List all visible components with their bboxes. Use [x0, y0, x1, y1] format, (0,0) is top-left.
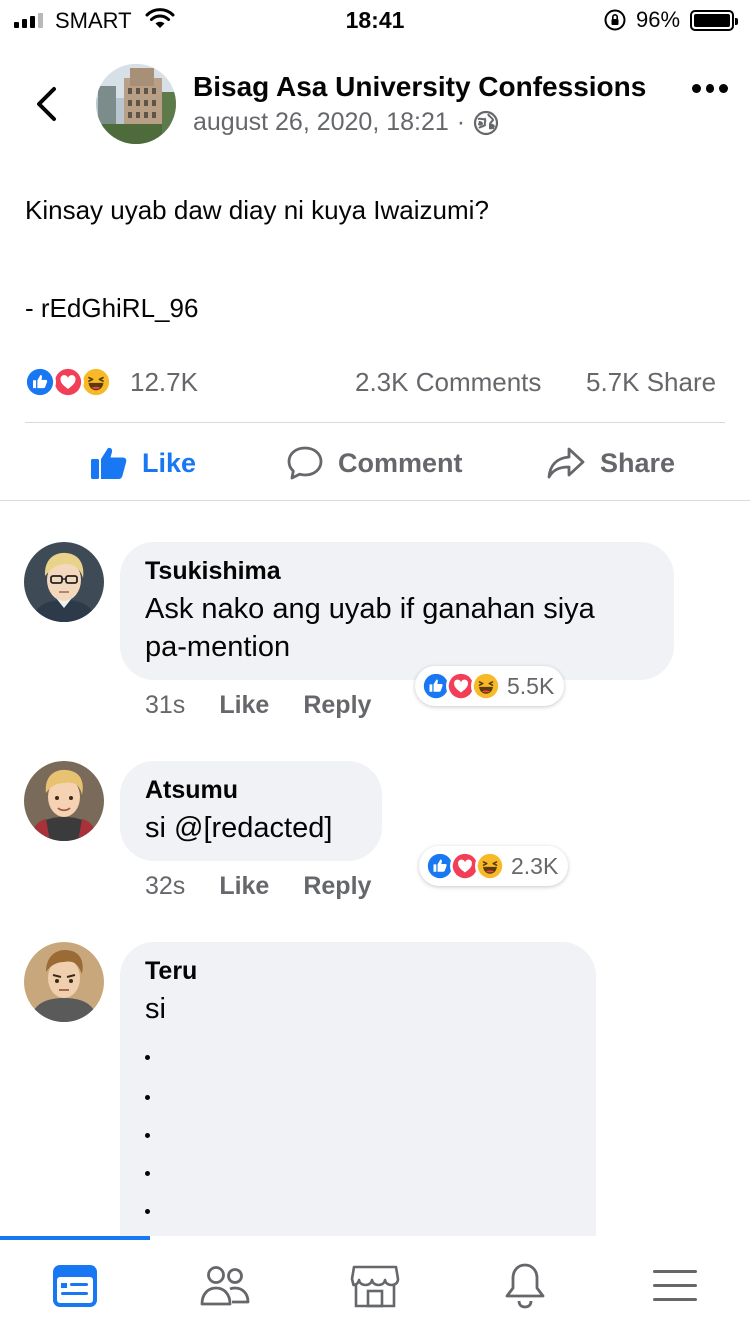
comment-reaction-count: 2.3K: [511, 852, 559, 879]
tab-marketplace[interactable]: [300, 1256, 450, 1316]
commenter-avatar[interactable]: [24, 542, 104, 622]
comment-author[interactable]: Tsukishima: [145, 556, 649, 586]
ellipsis-dot: [145, 1055, 150, 1060]
comment-time: 31s: [145, 691, 186, 719]
globe-icon: [474, 110, 499, 135]
friends-icon: [200, 1266, 250, 1306]
divider: [0, 500, 750, 501]
haha-reaction-icon: [475, 851, 505, 881]
haha-reaction-icon: [80, 366, 112, 398]
news-feed-icon: [53, 1265, 97, 1307]
comment-bubble[interactable]: Teru si: [120, 942, 596, 1262]
ellipsis-dot: [145, 1209, 150, 1214]
love-reaction-icon: [52, 366, 84, 398]
rotation-lock-icon: [604, 9, 626, 31]
comment-text: Ask nako ang uyab if ganahan siya pa-men…: [145, 590, 649, 666]
share-count[interactable]: 5.7K Share: [586, 367, 716, 398]
comment-text-line: pa-mention: [145, 631, 291, 663]
comment-text: si: [145, 990, 571, 1028]
battery-icon: [690, 10, 738, 31]
divider: [25, 422, 725, 423]
thumbs-up-icon: [91, 447, 127, 479]
comment-text-line: si @[redacted]: [145, 812, 333, 844]
battery-percentage: 96%: [636, 7, 681, 32]
page-name[interactable]: Bisag Asa University Confessions: [193, 71, 646, 103]
tab-friends[interactable]: [150, 1256, 300, 1316]
tab-notifications[interactable]: [450, 1256, 600, 1316]
comment-reactions[interactable]: 2.3K: [419, 846, 569, 886]
comment-count[interactable]: 2.3K Comments: [355, 367, 541, 398]
post-meta: august 26, 2020, 18:21 ·: [193, 108, 499, 137]
post-reaction-count[interactable]: 12.7K: [130, 367, 198, 398]
share-label: Share: [600, 447, 676, 478]
page-avatar[interactable]: [96, 64, 176, 144]
comment-reply-button[interactable]: Reply: [303, 872, 371, 901]
like-reaction-icon: [24, 366, 56, 398]
haha-reaction-icon: [471, 671, 501, 701]
ellipsis-dot: [145, 1133, 150, 1138]
meta-separator: ·: [456, 108, 466, 136]
share-icon: [547, 447, 585, 479]
comment-author[interactable]: Atsumu: [145, 775, 357, 805]
comment-text-line: Ask nako ang uyab if ganahan siya: [145, 593, 595, 625]
post-reactions[interactable]: [24, 366, 112, 398]
dot-icon: [719, 84, 729, 93]
comment-icon: [287, 446, 323, 480]
comment-like-button[interactable]: Like: [219, 872, 269, 901]
comment-author[interactable]: Teru: [145, 956, 571, 986]
ellipsis-dot: [145, 1095, 150, 1100]
active-tab-indicator: [0, 1236, 150, 1240]
marketplace-icon: [350, 1265, 400, 1308]
post-text: Kinsay uyab daw diay ni kuya Iwaizumi?: [25, 195, 489, 225]
comment-like-button[interactable]: Like: [219, 691, 269, 720]
like-button[interactable]: Like: [90, 440, 196, 486]
comment-time: 32s: [145, 872, 186, 900]
status-bar: SMART 18:41 96%: [0, 0, 750, 40]
comment-bubble[interactable]: Tsukishima Ask nako ang uyab if ganahan …: [120, 542, 674, 680]
comment-button[interactable]: Comment: [286, 440, 463, 486]
comment-text-line: si: [145, 993, 166, 1025]
comment-meta: 31s Like Reply: [145, 691, 371, 720]
post-timestamp[interactable]: august 26, 2020, 18:21: [193, 108, 449, 137]
share-button[interactable]: Share: [546, 440, 675, 486]
comment-reactions[interactable]: 5.5K: [415, 666, 565, 706]
tab-news-feed[interactable]: [0, 1256, 150, 1316]
comment-meta: 32s Like Reply: [145, 872, 371, 901]
ellipsis-dot: [145, 1171, 150, 1176]
comment-reply-button[interactable]: Reply: [303, 691, 371, 720]
menu-icon: [653, 1270, 697, 1301]
dot-icon: [692, 84, 701, 93]
bottom-navigation: [0, 1236, 750, 1334]
post-signature: - rEdGhiRL_96: [25, 293, 199, 323]
commenter-avatar[interactable]: [24, 942, 104, 1022]
tab-menu[interactable]: [600, 1256, 750, 1316]
like-label: Like: [142, 447, 197, 478]
comment-label: Comment: [338, 447, 463, 478]
dot-icon: [705, 84, 715, 93]
more-options-button[interactable]: [692, 84, 729, 94]
back-button[interactable]: [30, 84, 66, 124]
commenter-avatar[interactable]: [24, 761, 104, 841]
comment-text: si @[redacted]: [145, 809, 357, 847]
comment-reaction-count: 5.5K: [507, 672, 555, 699]
notifications-icon: [505, 1263, 545, 1309]
comment-bubble[interactable]: Atsumu si @[redacted]: [120, 761, 382, 861]
